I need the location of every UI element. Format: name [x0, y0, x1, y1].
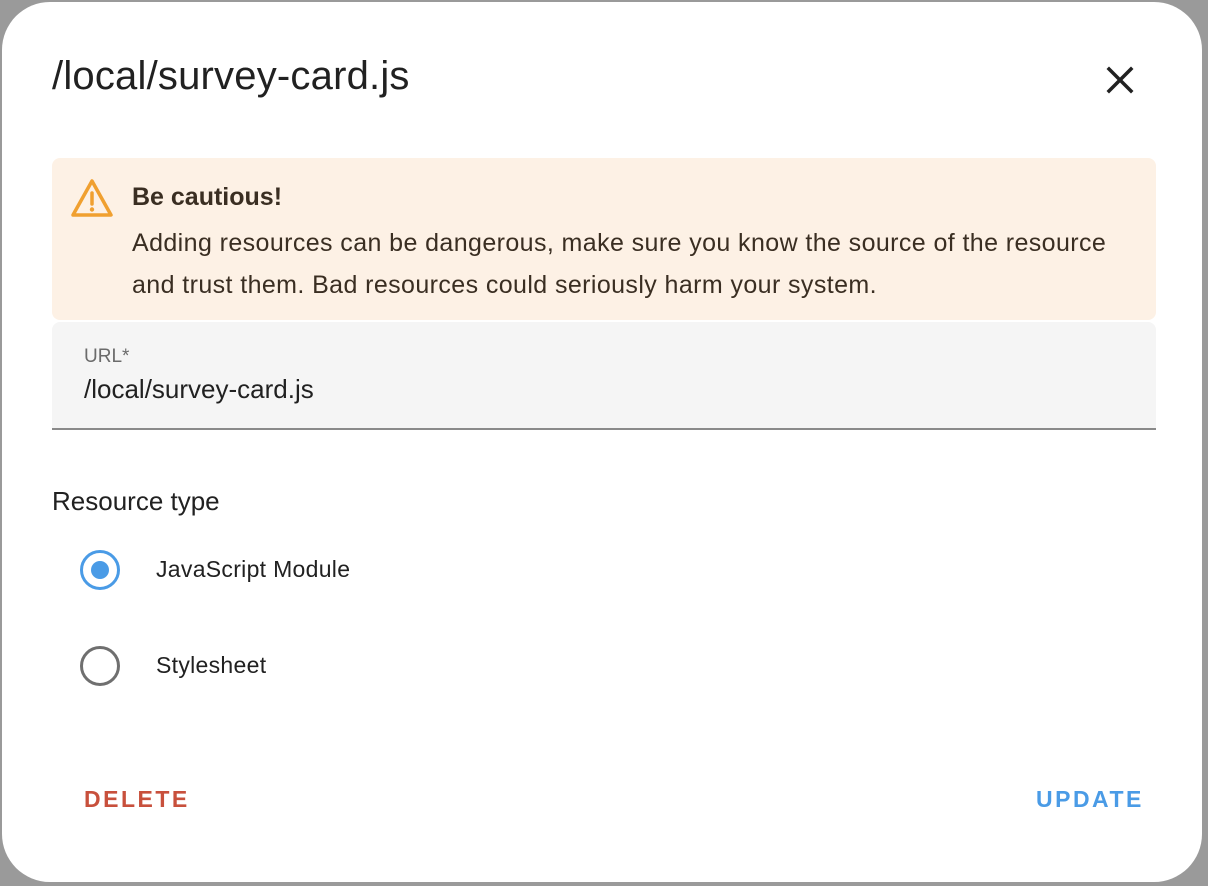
- warning-icon: [70, 178, 114, 218]
- resource-type-label: Resource type: [52, 486, 220, 516]
- alert-title: Be cautious!: [132, 183, 283, 211]
- alert-body: Adding resources can be dangerous, make …: [132, 229, 1107, 299]
- dialog-title: /local/survey-card.js: [52, 54, 410, 98]
- close-icon: [1106, 66, 1134, 94]
- delete-button[interactable]: DELETE: [84, 786, 190, 813]
- url-field[interactable]: URL*: [52, 322, 1156, 430]
- url-input[interactable]: [84, 374, 1124, 405]
- radio-javascript-module[interactable]: JavaScript Module: [78, 548, 678, 592]
- radio-label: JavaScript Module: [156, 556, 351, 582]
- radio-button-checked[interactable]: [80, 550, 120, 590]
- update-button[interactable]: UPDATE: [1036, 786, 1144, 813]
- warning-alert: Be cautious! Adding resources can be dan…: [52, 158, 1156, 320]
- close-button[interactable]: [1098, 58, 1142, 102]
- resource-dialog: /local/survey-card.js Be cautious! Addin…: [2, 2, 1202, 882]
- radio-stylesheet[interactable]: Stylesheet: [78, 644, 678, 688]
- url-field-label: URL*: [84, 346, 130, 367]
- radio-button-unchecked[interactable]: [80, 646, 120, 686]
- radio-label: Stylesheet: [156, 652, 267, 678]
